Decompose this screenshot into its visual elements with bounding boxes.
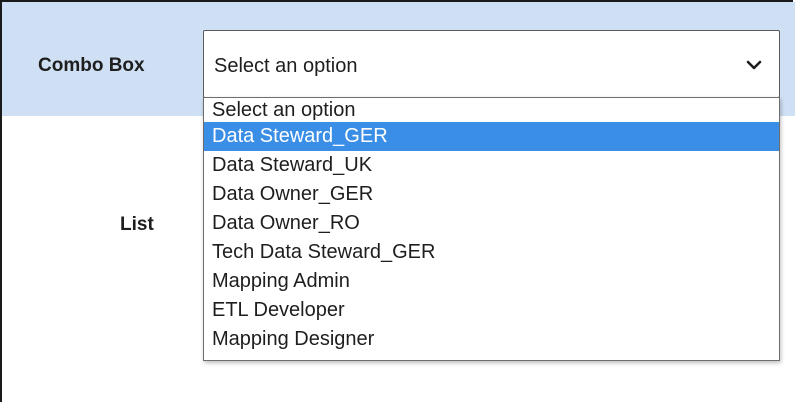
dropdown-option[interactable]: Data Owner_RO <box>204 209 779 238</box>
list-label: List <box>120 214 154 235</box>
dropdown-option[interactable]: Data Steward_UK <box>204 151 779 180</box>
combo-box-dropdown: Select an option Data Steward_GER Data S… <box>203 97 780 361</box>
combo-box-value: Select an option <box>214 55 358 77</box>
dropdown-option[interactable]: Select an option <box>204 98 779 122</box>
combo-box-select[interactable]: Select an option <box>203 30 780 98</box>
dropdown-option-highlighted[interactable]: Data Steward_GER <box>204 122 779 151</box>
chevron-down-icon[interactable] <box>745 58 763 72</box>
dropdown-option[interactable]: Mapping Admin <box>204 267 779 296</box>
dropdown-option[interactable]: Tech Data Steward_GER <box>204 238 779 267</box>
dropdown-option[interactable]: Data Owner_GER <box>204 180 779 209</box>
dropdown-option[interactable]: Mapping Designer <box>204 325 779 354</box>
dropdown-option[interactable]: ETL Developer <box>204 296 779 325</box>
combo-box-label: Combo Box <box>38 55 145 76</box>
